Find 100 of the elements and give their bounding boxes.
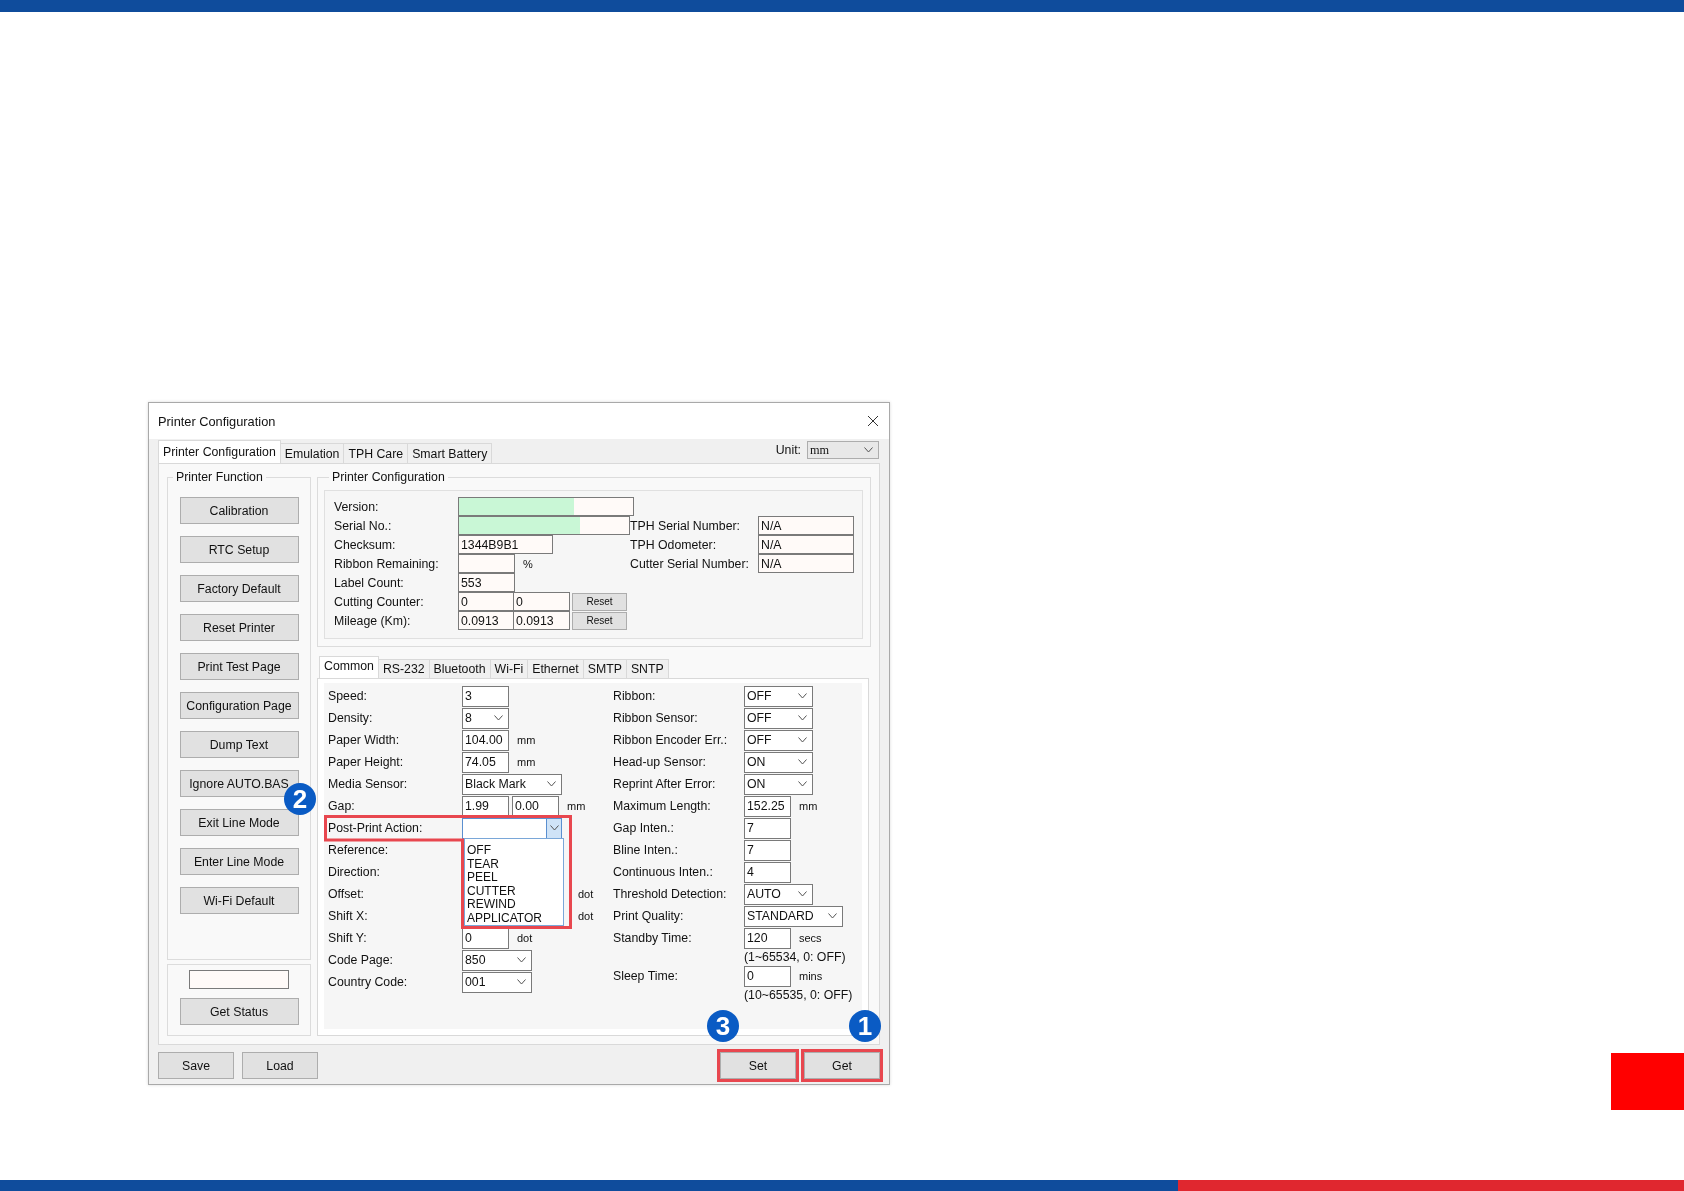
dropdown[interactable]: Black Mark: [462, 773, 562, 795]
function-button[interactable]: Dump Text: [179, 731, 299, 758]
function-button[interactable]: Exit Line Mode: [179, 809, 299, 836]
field-label: Offset:: [328, 887, 365, 901]
dropdown[interactable]: 001: [462, 971, 532, 993]
action-button[interactable]: Set: [720, 1052, 796, 1079]
field-label: Gap Inten.:: [613, 821, 675, 835]
dropdown[interactable]: OFF: [744, 729, 813, 751]
dropdown[interactable]: 850: [462, 949, 532, 971]
dropdown[interactable]: [462, 817, 562, 839]
dropdown-option[interactable]: OFF: [465, 844, 563, 858]
chevron-down-icon: [798, 781, 807, 787]
dropdown-option[interactable]: REWIND: [465, 898, 563, 912]
field-label: Checksum:: [334, 537, 397, 552]
chevron-down-icon: [517, 957, 526, 963]
function-button[interactable]: Factory Default: [179, 575, 299, 602]
action-button[interactable]: Load: [242, 1052, 318, 1079]
close-icon[interactable]: [867, 415, 879, 427]
function-button[interactable]: RTC Setup: [179, 536, 299, 563]
unit-dropdown[interactable]: mm: [807, 441, 879, 459]
field-label: Cutter Serial Number:: [630, 556, 750, 571]
chevron-down-icon: [798, 891, 807, 897]
hint-text: (1~65534, 0: OFF): [743, 949, 847, 965]
tab[interactable]: Smart Battery: [407, 443, 493, 463]
input-field[interactable]: 0: [744, 965, 791, 987]
dropdown[interactable]: STANDARD: [744, 905, 843, 927]
field-label: Ribbon Remaining:: [334, 556, 440, 571]
function-button[interactable]: Reset Printer: [179, 614, 299, 641]
field-label: Ribbon:: [613, 689, 657, 703]
dropdown-option[interactable]: TEAR: [465, 857, 563, 871]
field-label: Direction:: [328, 865, 381, 879]
action-button[interactable]: Get: [804, 1052, 880, 1079]
function-button[interactable]: Calibration: [179, 497, 299, 524]
reset-button[interactable]: Reset: [572, 592, 627, 611]
input-field[interactable]: 7: [744, 817, 791, 839]
reset-button[interactable]: Reset: [572, 611, 627, 630]
input-field[interactable]: 74.05: [462, 751, 509, 773]
group-title: Printer Function: [175, 470, 264, 484]
dropdown[interactable]: ON: [744, 751, 813, 773]
dropdown-option[interactable]: APPLICATOR: [465, 911, 563, 925]
dropdown[interactable]: AUTO: [744, 883, 813, 905]
field-label: Ribbon Encoder Err.:: [613, 733, 729, 747]
info-field: [458, 554, 515, 573]
info-field: N/A: [758, 516, 854, 535]
tab[interactable]: Common: [319, 656, 379, 678]
field-label: Shift Y:: [328, 931, 368, 945]
tab[interactable]: Bluetooth: [428, 659, 491, 678]
input-field[interactable]: 4: [744, 861, 791, 883]
tab[interactable]: SNTP: [625, 659, 669, 678]
input-field[interactable]: 0: [462, 927, 509, 949]
hint-text: (10~65535, 0: OFF): [743, 987, 853, 1003]
tab[interactable]: Printer Configuration: [158, 440, 281, 463]
dropdown[interactable]: 8: [462, 707, 509, 729]
field-label: Media Sensor:: [328, 777, 409, 791]
function-button[interactable]: Wi-Fi Default: [179, 887, 299, 914]
input-field[interactable]: 120: [744, 927, 791, 949]
dropdown[interactable]: OFF: [744, 707, 813, 729]
field-label: Ribbon Sensor:: [613, 711, 699, 725]
field-label: Label Count:: [334, 575, 405, 590]
input-field[interactable]: 104.00: [462, 729, 509, 751]
field-label: Maximum Length:: [613, 799, 712, 813]
unit-label: dot: [578, 888, 594, 900]
unit-label: secs: [799, 932, 822, 944]
tab[interactable]: SMTP: [582, 659, 627, 678]
info-field: N/A: [758, 554, 854, 573]
tab[interactable]: Ethernet: [527, 659, 584, 678]
input-field[interactable]: 3: [462, 685, 509, 707]
chevron-down-icon: [517, 979, 526, 985]
input-field[interactable]: 152.25: [744, 795, 791, 817]
input-field[interactable]: 1.99: [462, 795, 509, 817]
input-field[interactable]: 0.00: [512, 795, 559, 817]
input-field[interactable]: 7: [744, 839, 791, 861]
chevron-down-icon: [798, 693, 807, 699]
field-label: Country Code:: [328, 975, 409, 989]
info-field: 0: [458, 592, 514, 611]
field-label: Code Page:: [328, 953, 394, 967]
field-label: Shift X:: [328, 909, 369, 923]
chevron-down-icon: [864, 447, 873, 453]
window-title: Printer Configuration: [158, 413, 276, 429]
dropdown-option[interactable]: PEEL: [465, 871, 563, 885]
dropdown[interactable]: OFF: [744, 685, 813, 707]
field-label: TPH Odometer:: [630, 537, 718, 552]
get-status-button[interactable]: Get Status: [179, 998, 299, 1025]
field-label: Bline Inten.:: [613, 843, 679, 857]
function-button[interactable]: Configuration Page: [179, 692, 299, 719]
field-label: Serial No.:: [334, 518, 393, 533]
function-button[interactable]: Print Test Page: [179, 653, 299, 680]
function-button[interactable]: Enter Line Mode: [179, 848, 299, 875]
field-label: TPH Serial Number:: [630, 518, 742, 533]
action-button[interactable]: Save: [158, 1052, 234, 1079]
dropdown[interactable]: ON: [744, 773, 813, 795]
field-label: Threshold Detection:: [613, 887, 728, 901]
tab[interactable]: RS-232: [377, 659, 430, 678]
chevron-down-icon: [828, 913, 837, 919]
field-label: Gap:: [328, 799, 356, 813]
dropdown-option[interactable]: CUTTER: [465, 884, 563, 898]
info-field: 1344B9B1: [458, 535, 553, 554]
field-label: Print Quality:: [613, 909, 685, 923]
unit-label: mm: [799, 800, 818, 812]
field-label: Sleep Time:: [613, 969, 679, 983]
